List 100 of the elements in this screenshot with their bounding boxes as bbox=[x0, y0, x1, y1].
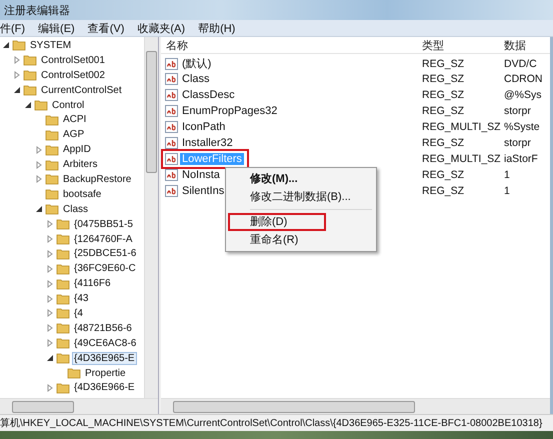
tree-item[interactable]: Class bbox=[61, 202, 90, 216]
tree-item[interactable]: BackupRestore bbox=[61, 172, 134, 186]
folder-icon bbox=[56, 322, 70, 334]
string-value-icon bbox=[165, 169, 178, 181]
folder-icon bbox=[45, 173, 59, 186]
collapse-arrow-icon[interactable] bbox=[46, 354, 54, 362]
tree-item[interactable]: {43 bbox=[72, 292, 90, 306]
string-value-icon bbox=[165, 153, 178, 165]
collapse-arrow-icon[interactable] bbox=[2, 41, 10, 50]
folder-icon bbox=[56, 248, 70, 260]
collapse-arrow-icon[interactable] bbox=[24, 101, 32, 109]
horizontal-scrollbar[interactable] bbox=[0, 398, 158, 414]
table-cell-text: REG_SZ bbox=[422, 105, 466, 117]
column-title[interactable]: 数据 bbox=[504, 38, 550, 52]
value-name-cell[interactable]: IconPath bbox=[164, 120, 230, 134]
menu-item[interactable]: 件(F) bbox=[0, 20, 26, 36]
expand-arrow-icon[interactable] bbox=[35, 146, 43, 154]
folder-icon bbox=[45, 144, 59, 156]
tree-item[interactable]: {4D36E965-E bbox=[72, 352, 137, 365]
folder-icon bbox=[34, 99, 48, 111]
tree-item[interactable]: {0475BB51-5 bbox=[72, 218, 135, 231]
expand-arrow-icon[interactable] bbox=[46, 220, 54, 228]
horizontal-scrollbar[interactable] bbox=[161, 398, 550, 414]
expand-arrow-icon[interactable] bbox=[13, 71, 21, 80]
string-value-icon bbox=[165, 58, 178, 70]
menu-item[interactable]: 修改(M)... bbox=[228, 170, 374, 188]
tree-item[interactable]: Control bbox=[50, 98, 86, 112]
expand-arrow-icon[interactable] bbox=[46, 250, 54, 258]
folder-icon bbox=[45, 188, 59, 200]
tree-item[interactable]: {36FC9E60-C bbox=[72, 262, 138, 276]
collapse-arrow-icon[interactable] bbox=[13, 86, 21, 94]
folder-icon bbox=[23, 69, 37, 82]
tree-item[interactable]: {4D36E966-E bbox=[72, 381, 137, 394]
tree-item[interactable]: {4116F6 bbox=[72, 277, 113, 290]
tree-item[interactable]: ControlSet001 bbox=[39, 54, 107, 67]
table-cell-text: REG_MULTI_SZ bbox=[422, 153, 502, 165]
table-cell-text: REG_MULTI_SZ bbox=[422, 121, 502, 133]
table-cell-text: REG_SZ bbox=[422, 58, 466, 70]
expand-arrow-icon[interactable] bbox=[35, 160, 43, 169]
menu-item[interactable]: 编辑(E) bbox=[38, 20, 75, 36]
expand-arrow-icon[interactable] bbox=[46, 384, 54, 392]
folder-icon bbox=[45, 114, 59, 126]
value-name-cell[interactable]: (默认) bbox=[164, 55, 216, 72]
menu-item[interactable]: 查看(V) bbox=[88, 20, 124, 36]
vertical-scrollbar[interactable] bbox=[144, 37, 158, 398]
value-name-cell[interactable]: SilentIns bbox=[164, 184, 228, 198]
table-cell-text: REG_SZ bbox=[422, 89, 466, 101]
tree-item[interactable]: {48721B56-6 bbox=[72, 322, 134, 335]
expand-arrow-icon[interactable] bbox=[46, 324, 54, 332]
folder-icon bbox=[56, 337, 70, 350]
tree-item[interactable]: Arbiters bbox=[61, 158, 100, 172]
table-cell-text: REG_SZ bbox=[422, 185, 466, 197]
folder-icon bbox=[56, 218, 70, 230]
collapse-arrow-icon[interactable] bbox=[35, 205, 43, 214]
menu-item[interactable]: 重命名(R) bbox=[228, 231, 374, 249]
tree-item[interactable]: AGP bbox=[61, 128, 86, 142]
tree-item[interactable]: bootsafe bbox=[61, 188, 104, 201]
table-cell-text: %Syste bbox=[504, 121, 541, 133]
column-title[interactable]: 类型 bbox=[422, 38, 504, 52]
folder-icon bbox=[45, 158, 59, 171]
value-name-cell[interactable]: ClassDesc bbox=[164, 88, 239, 102]
expand-arrow-icon[interactable] bbox=[46, 294, 54, 303]
menu-item[interactable]: 删除(D) bbox=[228, 213, 326, 231]
expand-arrow-icon[interactable] bbox=[46, 264, 54, 273]
expand-arrow-icon[interactable] bbox=[35, 175, 43, 184]
value-name-cell[interactable]: NoInsta bbox=[164, 168, 224, 182]
menu-item[interactable]: 修改二进制数据(B)... bbox=[228, 188, 374, 206]
folder-icon bbox=[56, 278, 70, 290]
tree-item[interactable]: {49CE6AC8-6 bbox=[72, 336, 138, 350]
tree-item[interactable]: {1264760F-A bbox=[72, 232, 134, 246]
value-name-cell[interactable]: Installer32 bbox=[164, 136, 237, 150]
folder-icon bbox=[56, 233, 70, 246]
tree-item[interactable]: SYSTEM bbox=[28, 38, 74, 52]
folder-icon bbox=[23, 54, 37, 66]
tree-item[interactable]: {4 bbox=[72, 306, 85, 320]
expand-arrow-icon[interactable] bbox=[46, 235, 54, 244]
value-name-cell[interactable]: Class bbox=[164, 72, 214, 86]
menu-item[interactable]: 帮助(H) bbox=[198, 20, 236, 36]
tree-item[interactable]: {25DBCE51-6 bbox=[72, 247, 138, 260]
table-cell-text: REG_SZ bbox=[422, 137, 466, 149]
column-title[interactable]: 名称 bbox=[166, 38, 422, 52]
tree-item[interactable]: ACPI bbox=[61, 113, 88, 126]
folder-icon bbox=[45, 128, 59, 141]
folder-icon bbox=[67, 367, 81, 380]
folder-icon bbox=[23, 84, 37, 96]
tree-item[interactable]: Propertie bbox=[83, 366, 128, 380]
value-name-cell[interactable]: EnumPropPages32 bbox=[164, 104, 282, 118]
expand-arrow-icon[interactable] bbox=[13, 56, 21, 64]
string-value-icon bbox=[165, 137, 178, 149]
tree-item[interactable]: AppID bbox=[61, 143, 93, 156]
expand-arrow-icon[interactable] bbox=[46, 280, 54, 288]
menu-item[interactable]: 收藏夹(A) bbox=[137, 20, 186, 36]
tree-item[interactable]: CurrentControlSet bbox=[39, 84, 124, 97]
expand-arrow-icon[interactable] bbox=[46, 309, 54, 318]
expand-arrow-icon[interactable] bbox=[46, 339, 54, 348]
folder-icon bbox=[12, 39, 26, 52]
folder-icon bbox=[45, 203, 59, 216]
tree-item[interactable]: ControlSet002 bbox=[39, 68, 107, 82]
table-cell-text: REG_SZ bbox=[422, 169, 466, 181]
folder-icon bbox=[56, 262, 70, 275]
